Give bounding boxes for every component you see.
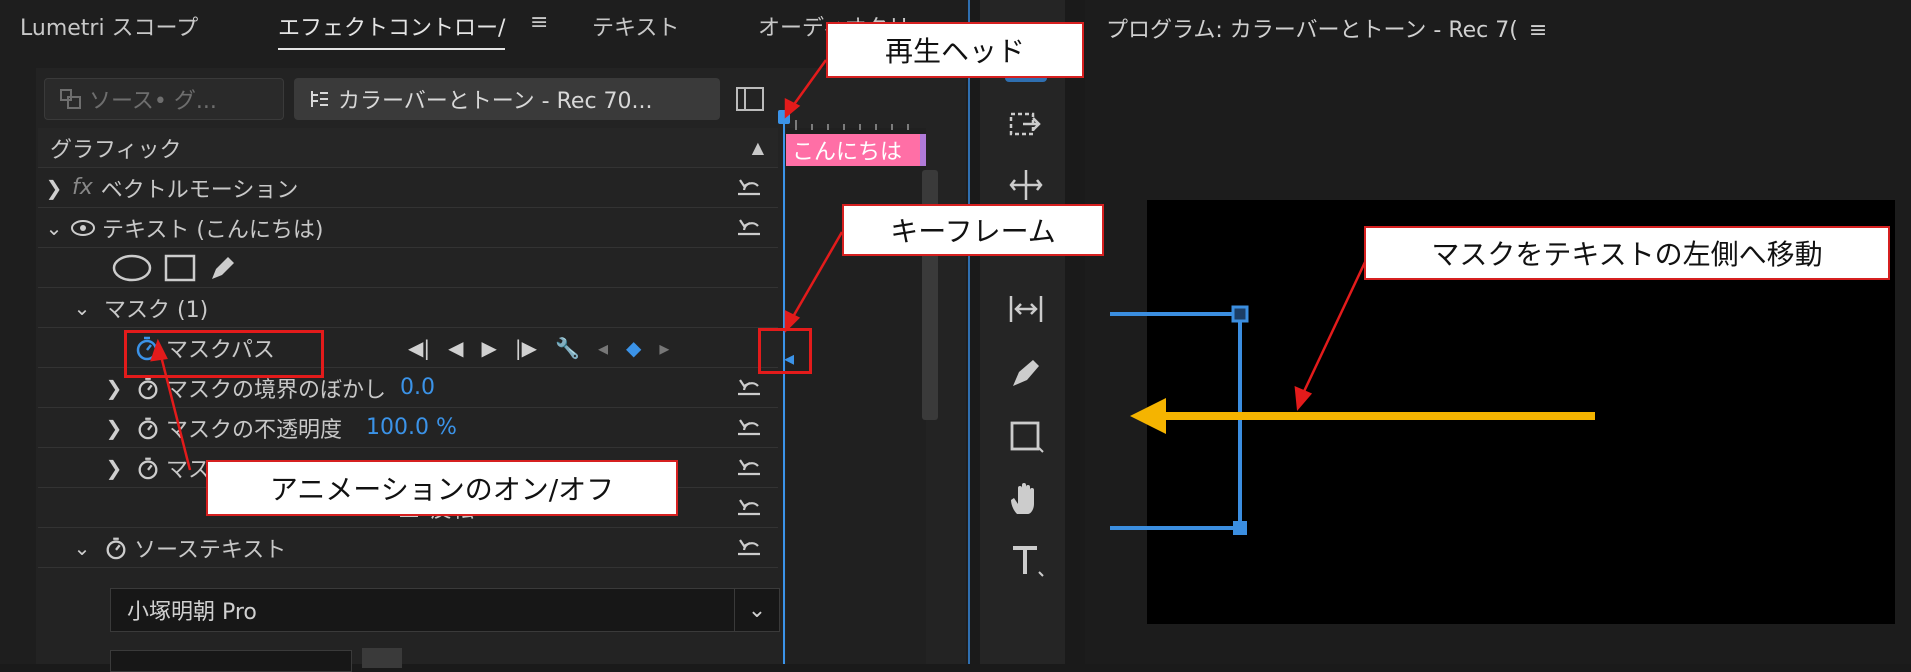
reset-icon[interactable] — [734, 216, 764, 240]
callout-move-mask: マスクをテキストの左側へ移動 — [1364, 226, 1890, 280]
ripple-edit-icon[interactable] — [1007, 166, 1045, 204]
playhead-line[interactable] — [783, 112, 785, 664]
mask-path-controls: ◀| ◀ ▶ |▶ 🔧 ◂ ◆ ▸ — [408, 336, 669, 360]
stopwatch-icon[interactable] — [136, 416, 160, 440]
callout-animation-toggle: アニメーションのオン/オフ — [206, 460, 678, 516]
reset-icon[interactable] — [734, 456, 764, 480]
source-selector[interactable]: ソース• グ... — [44, 78, 284, 120]
program-monitor-title[interactable]: プログラム: カラーバーとトーン - Rec 7( ≡ — [1106, 12, 1547, 44]
mask-opacity-value[interactable]: 100.0 % — [366, 415, 457, 440]
pen-tool-icon[interactable] — [1007, 354, 1045, 392]
slip-tool-icon[interactable] — [1007, 290, 1045, 328]
mask-vertex-handle — [1231, 305, 1249, 323]
font-family-select[interactable]: 小塚明朝 Pro ⌄ — [110, 588, 780, 632]
mask-path-shape — [1110, 312, 1242, 530]
chevron-right-icon[interactable]: ❯ — [100, 376, 128, 400]
stopwatch-icon[interactable] — [136, 376, 160, 400]
stopwatch-icon[interactable] — [136, 456, 160, 480]
clip-icon — [311, 91, 328, 107]
mask-vertex-handle — [1233, 521, 1247, 535]
tab-lumetri-scopes[interactable]: Lumetri スコープ — [20, 10, 198, 42]
row-label: ベクトルモーション — [100, 177, 299, 203]
row-mask-tools — [38, 248, 778, 288]
tab-effect-controls[interactable]: エフェクトコントロー/ — [278, 10, 506, 50]
row-label: マス — [166, 457, 211, 483]
chevron-right-icon[interactable]: ❯ — [100, 456, 128, 480]
reset-icon[interactable] — [734, 496, 764, 520]
font-select-value: 小塚明朝 Pro — [127, 600, 257, 625]
row-label: マスクの不透明度 — [166, 417, 343, 443]
sequence-icon — [60, 89, 81, 109]
chevron-right-icon[interactable]: ❯ — [40, 176, 68, 200]
eye-icon[interactable] — [70, 219, 96, 237]
reset-icon[interactable] — [734, 176, 764, 200]
pen-mask-icon[interactable] — [208, 253, 238, 283]
row-label: ソーステキスト — [134, 537, 287, 563]
track-forward-icon[interactable]: ▶ — [482, 336, 497, 360]
row-label: テキスト (こんにちは) — [102, 217, 324, 243]
section-header-label: グラフィック — [50, 137, 182, 163]
clip-end-marker — [920, 134, 926, 166]
row-label: マスク (1) — [104, 297, 209, 323]
font-style-select[interactable] — [110, 650, 352, 672]
fx-icon: fx — [72, 175, 93, 200]
chevron-down-icon[interactable]: ⌄ — [68, 296, 96, 320]
chevron-right-icon[interactable]: ❯ — [100, 416, 128, 440]
mask-feather-value[interactable]: 0.0 — [400, 375, 435, 400]
clip-bar-label: こんにちは — [792, 140, 903, 165]
wrench-icon[interactable]: 🔧 — [555, 336, 580, 360]
program-title-text: プログラム: カラーバーとトーン - Rec 7( — [1106, 18, 1518, 43]
tab-menu-icon[interactable]: ≡ — [530, 10, 548, 35]
row-vector-motion[interactable]: ❯ fx ベクトルモーション — [38, 168, 778, 208]
rectangle-tool-icon[interactable] — [1007, 418, 1045, 456]
callout-playhead: 再生ヘッド — [826, 22, 1084, 78]
mask-overlay[interactable] — [1100, 290, 1911, 550]
row-source-text[interactable]: ⌄ ソーステキスト — [38, 528, 778, 568]
ellipse-mask-icon[interactable] — [112, 254, 152, 282]
track-select-forward-icon[interactable] — [1007, 106, 1045, 144]
track-backward-icon[interactable]: ◀ — [448, 336, 463, 360]
chevron-down-icon[interactable]: ⌄ — [68, 536, 96, 560]
timeline-ruler[interactable] — [786, 118, 926, 132]
track-backward-one-icon[interactable]: ◀| — [408, 336, 430, 360]
section-header-graphics[interactable]: グラフィック ▲ — [38, 128, 778, 168]
source-chip-label: ソース• グ... — [89, 89, 217, 114]
track-forward-one-icon[interactable]: |▶ — [515, 336, 537, 360]
highlight-keyframe — [758, 328, 812, 374]
stopwatch-icon[interactable] — [104, 536, 128, 560]
tab-text[interactable]: テキスト — [592, 10, 679, 42]
hand-tool-icon[interactable] — [1007, 480, 1045, 518]
clip-bar[interactable]: こんにちは — [786, 134, 920, 166]
clip-selector[interactable]: カラーバーとトーン - Rec 70... — [294, 78, 720, 120]
dropdown-chevron-icon[interactable]: ⌄ — [734, 589, 779, 631]
add-keyframe-icon[interactable]: ◆ — [626, 336, 641, 360]
reset-icon[interactable] — [734, 416, 764, 440]
previous-keyframe-icon[interactable]: ◂ — [598, 336, 608, 360]
highlight-mask-path-stopwatch — [124, 330, 324, 378]
row-text-layer[interactable]: ⌄ テキスト (こんにちは) — [38, 208, 778, 248]
clip-chip-label: カラーバーとトーン - Rec 70... — [338, 89, 653, 114]
collapse-up-icon[interactable]: ▲ — [752, 138, 764, 157]
reset-icon[interactable] — [734, 536, 764, 560]
row-mask-opacity: ❯ マスクの不透明度 100.0 % — [38, 408, 778, 448]
panel-menu-icon[interactable]: ≡ — [1529, 18, 1547, 43]
next-keyframe-icon[interactable]: ▸ — [659, 336, 669, 360]
chevron-down-icon[interactable]: ⌄ — [40, 216, 68, 240]
rectangle-mask-icon[interactable] — [164, 254, 196, 282]
playhead-handle[interactable] — [778, 110, 790, 124]
type-tool-icon[interactable] — [1007, 542, 1045, 580]
text-format-button[interactable] — [362, 648, 402, 668]
reset-icon[interactable] — [734, 376, 764, 400]
callout-keyframe: キーフレーム — [842, 204, 1104, 256]
move-arrow-head — [1130, 398, 1166, 434]
row-mask-group[interactable]: ⌄ マスク (1) — [38, 288, 778, 328]
panel-toggle-icon[interactable] — [735, 86, 765, 112]
